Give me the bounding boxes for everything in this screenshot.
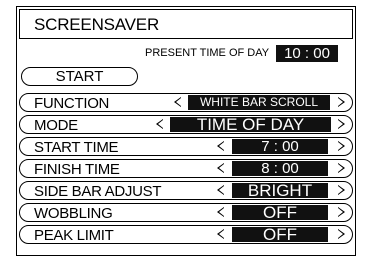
start-time-right-arrow-icon[interactable] — [338, 141, 345, 151]
peak-limit-value: OFF — [232, 226, 328, 243]
start-time-row[interactable]: START TIME 7 : 00 — [19, 137, 353, 156]
function-value: WHITE BAR SCROLL — [188, 95, 330, 110]
screensaver-menu: SCREENSAVER PRESENT TIME OF DAY 10 : 00 … — [16, 6, 356, 256]
start-time-label: START TIME — [34, 139, 119, 156]
side-bar-adjust-left-arrow-icon[interactable] — [217, 185, 224, 195]
wobbling-row[interactable]: WOBBLING OFF — [19, 203, 353, 222]
wobbling-label: WOBBLING — [34, 205, 113, 222]
menu-title-bar: SCREENSAVER — [19, 9, 353, 39]
present-time-value: 10 : 00 — [276, 45, 338, 62]
mode-row[interactable]: MODE TIME OF DAY — [19, 115, 353, 134]
wobbling-left-arrow-icon[interactable] — [217, 207, 224, 217]
peak-limit-right-arrow-icon[interactable] — [338, 229, 345, 239]
start-time-value: 7 : 00 — [232, 139, 328, 154]
side-bar-adjust-right-arrow-icon[interactable] — [338, 185, 345, 195]
menu-title: SCREENSAVER — [34, 15, 160, 34]
function-left-arrow-icon[interactable] — [174, 97, 181, 107]
function-row[interactable]: FUNCTION WHITE BAR SCROLL — [19, 93, 353, 112]
start-button[interactable]: START — [21, 67, 138, 86]
finish-time-row[interactable]: FINISH TIME 8 : 00 — [19, 159, 353, 178]
finish-time-left-arrow-icon[interactable] — [217, 163, 224, 173]
side-bar-adjust-value: BRIGHT — [232, 182, 328, 199]
mode-left-arrow-icon[interactable] — [156, 119, 163, 129]
function-label: FUNCTION — [34, 95, 110, 112]
function-right-arrow-icon[interactable] — [338, 97, 345, 107]
finish-time-label: FINISH TIME — [34, 161, 120, 178]
present-time-label: PRESENT TIME OF DAY — [145, 47, 270, 59]
wobbling-value: OFF — [232, 204, 328, 221]
peak-limit-label: PEAK LIMIT — [34, 227, 114, 244]
finish-time-value: 8 : 00 — [232, 161, 328, 176]
side-bar-adjust-label: SIDE BAR ADJUST — [34, 183, 162, 200]
mode-right-arrow-icon[interactable] — [338, 119, 345, 129]
start-time-left-arrow-icon[interactable] — [217, 141, 224, 151]
peak-limit-row[interactable]: PEAK LIMIT OFF — [19, 225, 353, 244]
mode-label: MODE — [34, 117, 78, 134]
side-bar-adjust-row[interactable]: SIDE BAR ADJUST BRIGHT — [19, 181, 353, 200]
peak-limit-left-arrow-icon[interactable] — [217, 229, 224, 239]
mode-value: TIME OF DAY — [170, 116, 331, 133]
finish-time-right-arrow-icon[interactable] — [338, 163, 345, 173]
wobbling-right-arrow-icon[interactable] — [338, 207, 345, 217]
